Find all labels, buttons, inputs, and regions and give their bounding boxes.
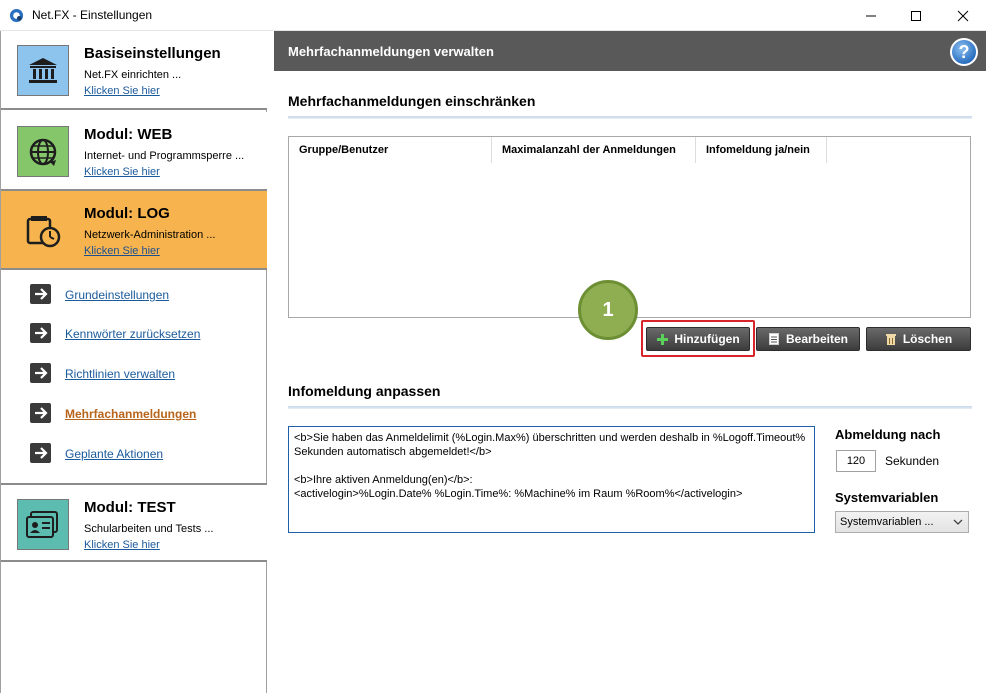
column-header[interactable]: Infomeldung ja/nein <box>696 137 827 163</box>
module-title: Modul: WEB <box>84 126 173 143</box>
add-button-label: Hinzufügen <box>674 332 740 346</box>
close-button[interactable] <box>940 0 986 31</box>
delete-button-label: Löschen <box>902 332 953 346</box>
sysvar-label: Systemvariablen <box>835 490 939 505</box>
main-panel: Mehrfachanmeldungen verwalten ? Mehrfach… <box>274 31 986 693</box>
module-title: Modul: TEST <box>84 499 176 516</box>
edit-button-label: Bearbeiten <box>785 332 849 346</box>
logout-unit: Sekunden <box>885 454 940 468</box>
section-divider <box>288 116 972 119</box>
wallet-clock-icon <box>17 205 69 256</box>
trash-icon <box>885 333 897 345</box>
sidebar: Basiseinstellungen Net.FX einrichten ...… <box>0 31 267 693</box>
table-header: Gruppe/Benutzer Maximalanzahl der Anmeld… <box>289 137 970 163</box>
module-subtitle: Net.FX einrichten ... <box>84 69 182 81</box>
module-test[interactable]: Modul: TEST Schularbeiten und Tests ... … <box>1 483 267 562</box>
arrow-right-icon <box>30 443 51 463</box>
arrow-right-icon <box>30 323 51 343</box>
nav-item-label[interactable]: Richtlinien verwalten <box>65 367 175 381</box>
nav-item-geplante-aktionen[interactable]: Geplante Aktionen <box>30 443 260 465</box>
globe-icon <box>17 126 69 177</box>
minimize-button[interactable] <box>848 0 894 31</box>
module-log[interactable]: Modul: LOG Netzwerk-Administration ... K… <box>1 191 267 270</box>
document-icon <box>768 333 780 345</box>
arrow-right-icon <box>30 363 51 383</box>
chevron-down-icon <box>953 519 963 525</box>
close-icon <box>957 10 969 21</box>
bank-icon <box>17 45 69 96</box>
id-card-icon <box>17 499 69 550</box>
column-header[interactable]: Maximalanzahl der Anmeldungen <box>492 137 696 163</box>
window-title: Net.FX - Einstellungen <box>32 8 153 22</box>
app-icon <box>9 8 24 23</box>
step-badge: 1 <box>578 280 638 340</box>
module-link[interactable]: Klicken Sie hier <box>84 166 160 178</box>
add-button[interactable]: Hinzufügen <box>646 327 750 351</box>
plus-icon <box>656 333 668 345</box>
arrow-right-icon <box>30 403 51 423</box>
module-link[interactable]: Klicken Sie hier <box>84 85 160 97</box>
module-subtitle: Internet- und Programmsperre ... <box>84 150 245 162</box>
module-web[interactable]: Modul: WEB Internet- und Programmsperre … <box>1 112 267 191</box>
module-subtitle: Schularbeiten und Tests ... <box>84 523 214 535</box>
logout-label: Abmeldung nach <box>835 427 941 442</box>
module-subtitle: Netzwerk-Administration ... <box>84 229 216 241</box>
nav-item-grundeinstellungen[interactable]: Grundeinstellungen <box>30 284 260 306</box>
nav-item-label[interactable]: Mehrfachanmeldungen <box>65 407 196 421</box>
title-bar: Net.FX - Einstellungen <box>0 0 986 31</box>
module-basiseinstellungen[interactable]: Basiseinstellungen Net.FX einrichten ...… <box>1 31 267 110</box>
main-header: Mehrfachanmeldungen verwalten ? <box>274 31 986 71</box>
nav-item-richtlinien[interactable]: Richtlinien verwalten <box>30 363 260 385</box>
logout-seconds-input[interactable]: 120 <box>836 450 876 472</box>
sysvar-select-value: Systemvariablen ... <box>840 516 934 528</box>
info-message-textarea[interactable]: <b>Sie haben das Anmeldelimit (%Login.Ma… <box>288 426 815 533</box>
module-link[interactable]: Klicken Sie hier <box>84 245 160 257</box>
minimize-icon <box>866 15 876 16</box>
help-icon[interactable]: ? <box>950 38 978 66</box>
nav-item-mehrfachanmeldungen[interactable]: Mehrfachanmeldungen <box>30 403 260 425</box>
column-header[interactable]: Gruppe/Benutzer <box>289 137 492 163</box>
help-glyph: ? <box>958 41 970 62</box>
nav-item-label[interactable]: Kennwörter zurücksetzen <box>65 327 200 341</box>
page-title: Mehrfachanmeldungen verwalten <box>288 44 494 59</box>
module-title: Modul: LOG <box>84 205 170 222</box>
section-divider <box>288 406 972 409</box>
sysvar-select[interactable]: Systemvariablen ... <box>835 511 969 533</box>
delete-button[interactable]: Löschen <box>866 327 971 351</box>
module-title: Basiseinstellungen <box>84 45 221 62</box>
maximize-button[interactable] <box>893 0 939 31</box>
nav-item-label[interactable]: Grundeinstellungen <box>65 288 169 302</box>
arrow-right-icon <box>30 284 51 304</box>
nav-item-kennwoerter[interactable]: Kennwörter zurücksetzen <box>30 323 260 345</box>
section-title-infomessage: Infomeldung anpassen <box>288 383 441 399</box>
maximize-icon <box>911 10 921 21</box>
nav-item-label[interactable]: Geplante Aktionen <box>65 447 163 461</box>
section-title-restrict: Mehrfachanmeldungen einschränken <box>288 93 536 109</box>
edit-button[interactable]: Bearbeiten <box>756 327 860 351</box>
module-link[interactable]: Klicken Sie hier <box>84 539 160 551</box>
